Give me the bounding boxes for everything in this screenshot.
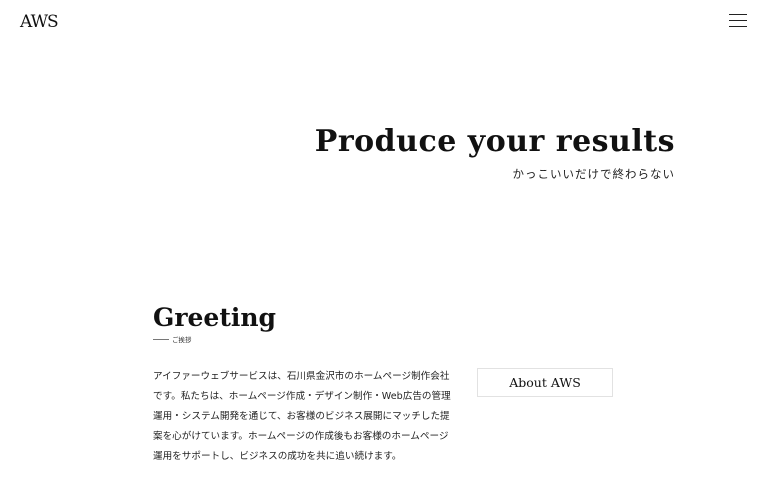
- hamburger-menu-icon[interactable]: [729, 12, 749, 30]
- greeting-body: アイファーウェブサービスは、石川県金沢市のホームページ制作会社 です。私たちは、…: [153, 367, 458, 467]
- about-aws-button[interactable]: About AWS: [477, 368, 613, 397]
- greeting-line: アイファーウェブサービスは、石川県金沢市のホームページ制作会社: [153, 371, 450, 382]
- hero-title: Produce your results: [314, 124, 675, 159]
- greeting-subtitle: ご挨拶: [153, 334, 192, 344]
- site-logo[interactable]: AWS: [20, 12, 59, 32]
- greeting-title: Greeting: [153, 303, 277, 332]
- greeting-subtitle-text: ご挨拶: [172, 336, 192, 344]
- greeting-line: 案を心がけています。ホームページの作成後もお客様のホームページ: [153, 431, 449, 442]
- greeting-line: です。私たちは、ホームページ作成・デザイン制作・Web広告の管理: [153, 391, 451, 402]
- greeting-line: 運用をサポートし、ビジネスの成功を共に追い続けます。: [153, 451, 402, 462]
- greeting-line: 運用・システム開発を通じて、お客様のビジネス展開にマッチした提: [153, 411, 450, 422]
- hero-subtitle: かっこいいだけで終わらない: [512, 167, 675, 181]
- subtitle-rule: [153, 338, 169, 340]
